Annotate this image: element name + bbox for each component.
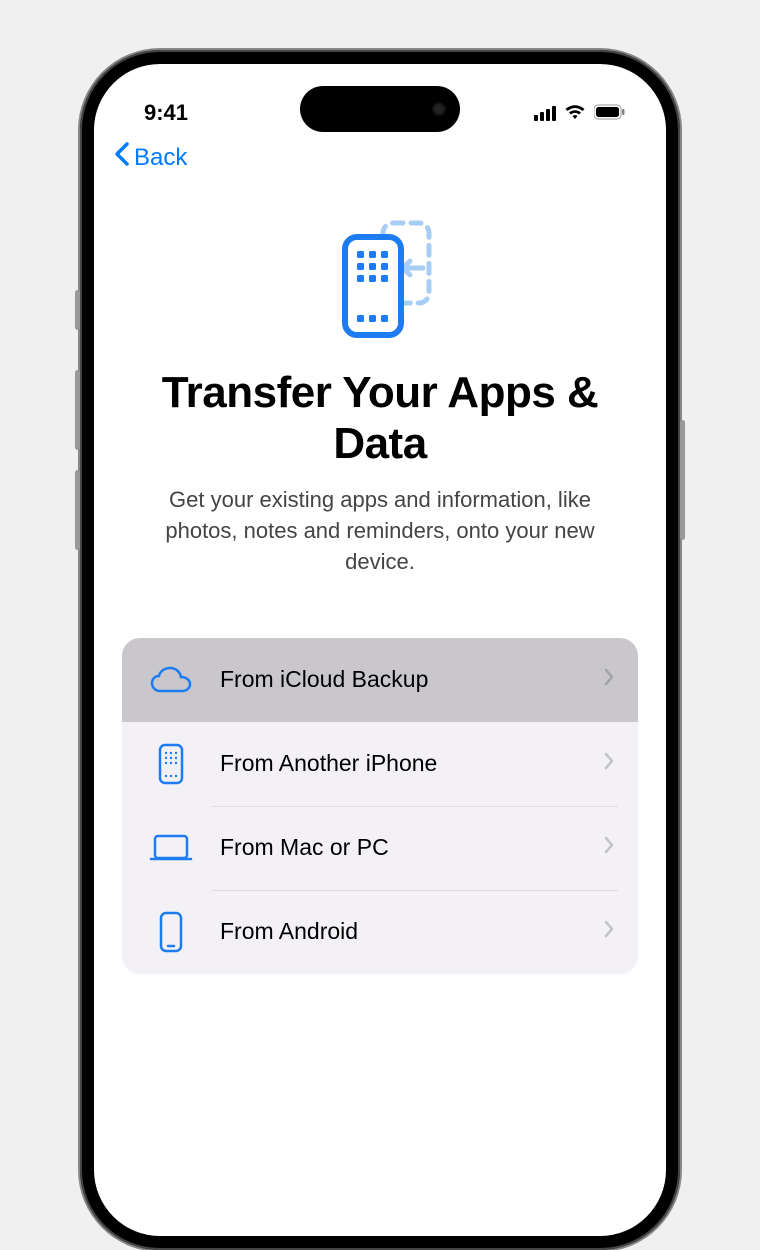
- page-title: Transfer Your Apps & Data: [134, 368, 626, 469]
- hero-section: Transfer Your Apps & Data Get your exist…: [94, 213, 666, 578]
- volume-down-button: [75, 470, 80, 550]
- option-android[interactable]: From Android: [122, 890, 638, 974]
- option-label: From iCloud Backup: [220, 666, 604, 693]
- iphone-icon: [146, 742, 196, 786]
- laptop-icon: [146, 832, 196, 864]
- volume-up-button: [75, 370, 80, 450]
- screen: 9:41 Back: [94, 64, 666, 1236]
- option-label: From Mac or PC: [220, 834, 604, 861]
- wifi-icon: [564, 100, 586, 126]
- back-label: Back: [134, 144, 187, 172]
- nav-bar: Back: [94, 134, 666, 173]
- chevron-right-icon: [604, 920, 614, 943]
- status-time: 9:41: [144, 100, 188, 126]
- option-label: From Another iPhone: [220, 750, 604, 777]
- phone-outline-icon: [146, 910, 196, 954]
- battery-icon: [594, 100, 626, 126]
- action-button: [75, 290, 80, 330]
- back-button[interactable]: Back: [114, 142, 187, 173]
- option-another-iphone[interactable]: From Another iPhone: [122, 722, 638, 806]
- power-button: [680, 420, 685, 540]
- front-camera: [432, 102, 446, 116]
- device-frame: 9:41 Back: [80, 50, 680, 1250]
- chevron-right-icon: [604, 752, 614, 775]
- page-subtitle: Get your existing apps and information, …: [150, 485, 610, 577]
- transfer-hero-icon: [315, 213, 445, 348]
- transfer-options-list: From iCloud Backup From Another iPhone: [122, 638, 638, 974]
- chevron-right-icon: [604, 836, 614, 859]
- chevron-left-icon: [114, 142, 130, 173]
- option-mac-pc[interactable]: From Mac or PC: [122, 806, 638, 890]
- cellular-icon: [534, 105, 556, 121]
- cloud-icon: [146, 665, 196, 695]
- dynamic-island: [300, 86, 460, 132]
- status-indicators: [534, 100, 626, 126]
- option-icloud-backup[interactable]: From iCloud Backup: [122, 638, 638, 722]
- chevron-right-icon: [604, 668, 614, 691]
- option-label: From Android: [220, 918, 604, 945]
